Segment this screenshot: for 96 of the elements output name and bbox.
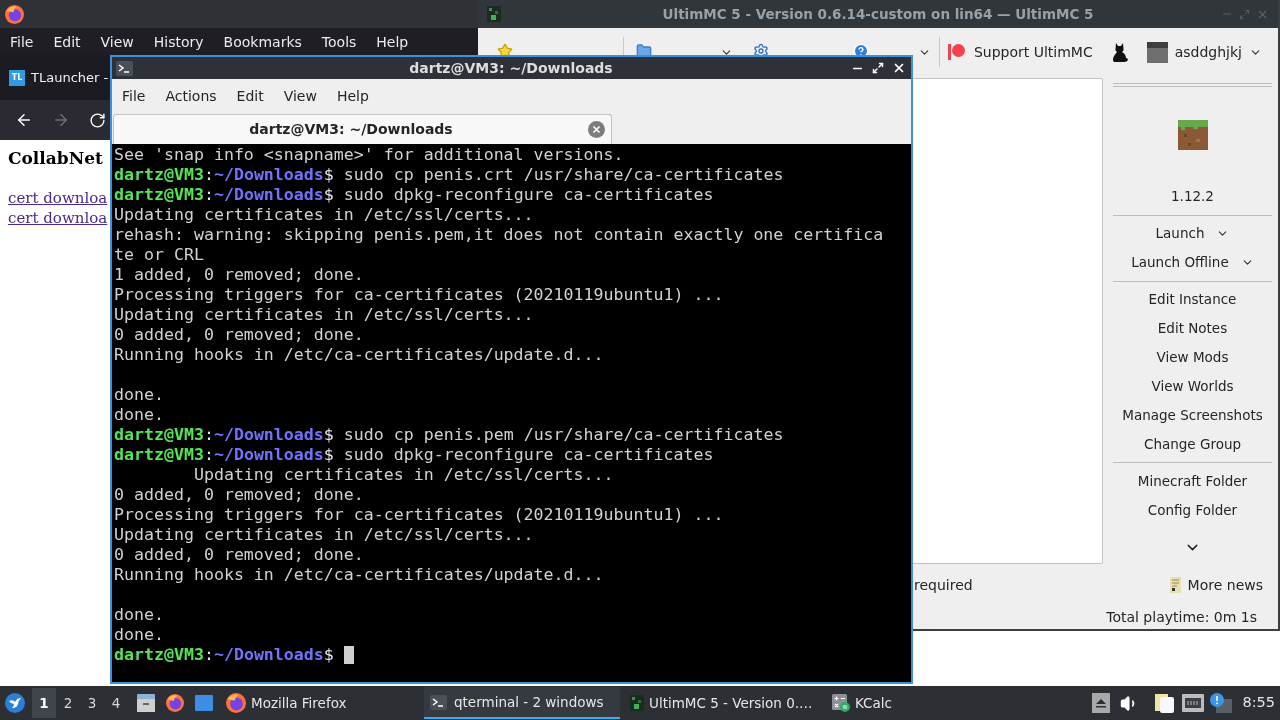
terminal-icon — [116, 60, 133, 76]
clipboard-icon[interactable] — [1155, 693, 1175, 713]
prompt-line: dartz@VM3:~/Downloads$ sudo dpkg-reconfigure ca-certificates — [114, 185, 714, 205]
reload-icon[interactable] — [89, 111, 106, 129]
grass-block-icon — [1177, 120, 1208, 150]
menu-item[interactable]: File — [10, 32, 34, 51]
task-button[interactable]: KCalc — [828, 687, 1024, 719]
terminal-line: done. — [114, 625, 164, 645]
menu-item[interactable]: View — [100, 32, 134, 51]
terminal-line: done. — [114, 605, 164, 625]
sidebar-button[interactable]: View Worlds — [1113, 372, 1272, 401]
terminal-line: Updating certificates in /etc/ssl/certs... — [114, 525, 534, 545]
folder-icon[interactable] — [635, 43, 652, 55]
task-button[interactable]: Mozilla Firefox — [222, 687, 418, 719]
notification-icon[interactable] — [1210, 693, 1233, 713]
menu-item[interactable]: File — [122, 85, 146, 107]
app-icon — [630, 695, 644, 711]
workspace-button[interactable]: 3 — [80, 688, 104, 718]
sidebar-button[interactable]: Config Folder — [1113, 496, 1272, 525]
avatar-icon — [1146, 41, 1168, 63]
terminal-line: 0 added, 0 removed; done. — [114, 485, 364, 505]
terminal-line: Running hooks in /etc/ca-certificates/update.d... — [114, 345, 604, 365]
terminal-line: Updating certificates in /etc/ssl/certs... — [192, 465, 614, 485]
task-button[interactable]: qterminal - 2 windows — [424, 687, 620, 719]
terminal-line: Updating certificates in /etc/ssl/certs... — [114, 305, 534, 325]
terminal-line: Running hooks in /etc/ca-certificates/update.d... — [114, 565, 604, 585]
sidebar-button[interactable]: Launch — [1113, 219, 1272, 248]
prompt-line: dartz@VM3:~/Downloads$ sudo cp penis.pem /usr/share/ca-certificates — [114, 425, 784, 445]
task-button[interactable]: UltimMC 5 - Version 0.… — [626, 687, 822, 719]
maximize-icon[interactable] — [872, 62, 884, 74]
sidebar-button[interactable]: Edit Notes — [1113, 314, 1272, 343]
support-button[interactable]: Support UltimMC — [947, 41, 1093, 63]
sidebar-button[interactable]: Change Group — [1113, 430, 1272, 459]
window-title: UltimMC 5 - Version 0.6.14-custom on lin64 — UltimMC 5 — [661, 4, 1095, 24]
menu-item[interactable]: Edit — [53, 32, 81, 51]
terminal-line: 0 added, 0 removed; done. — [114, 325, 364, 345]
prompt-line: dartz@VM3:~/Downloads$ sudo cp penis.crt /usr/share/ca-certificates — [114, 165, 784, 185]
calculator-icon — [832, 694, 850, 712]
app-icon — [487, 6, 501, 22]
browser-icon[interactable] — [166, 694, 184, 712]
instance-version: 1.12.2 — [1171, 187, 1214, 206]
forward-arrow-icon[interactable] — [52, 111, 70, 129]
playtime-text: Total playtime: 0m 1s — [1106, 608, 1257, 627]
prompt-line: dartz@VM3:~/Downloads$ — [114, 645, 334, 665]
sidebar-button[interactable]: Manage Screenshots — [1113, 401, 1272, 430]
account-button[interactable]: asddghjkj — [1146, 41, 1262, 63]
cat-icon[interactable] — [1110, 42, 1128, 62]
menu-item[interactable]: History — [153, 32, 204, 51]
terminal-line: See 'snap info <snapname>' for additional versions. — [114, 145, 624, 165]
browser-icon — [5, 4, 24, 24]
more-news-button[interactable]: More news — [1169, 574, 1263, 596]
start-menu-icon[interactable] — [5, 693, 25, 713]
star-icon[interactable] — [497, 43, 513, 55]
clock[interactable]: 8:55 — [1242, 692, 1275, 714]
sidebar-button[interactable]: Launch Offline — [1113, 248, 1272, 277]
sidebar-button[interactable]: Edit Instance — [1113, 285, 1272, 314]
eject-icon[interactable] — [1092, 693, 1111, 713]
terminal-line: Updating certificates in /etc/ssl/certs... — [114, 205, 534, 225]
help-icon[interactable] — [852, 43, 869, 55]
news-headline[interactable]: required — [914, 574, 973, 596]
network-icon[interactable] — [1182, 694, 1205, 712]
terminal-tab[interactable]: dartz@VM3: ~/Downloads — [113, 114, 612, 144]
workspace-button[interactable]: 1 — [32, 688, 56, 718]
favicon: TL — [9, 69, 25, 86]
settings-icon[interactable] — [752, 43, 769, 55]
terminal-line: Processing triggers for ca-certificates (20210119ubuntu1) ... — [114, 285, 724, 305]
terminal-line: done. — [114, 405, 164, 425]
drawer-icon[interactable] — [137, 694, 155, 712]
terminal-line: done. — [114, 385, 164, 405]
menu-item[interactable]: Help — [336, 85, 369, 107]
news-icon — [1169, 577, 1181, 593]
page-heading: CollabNet — [8, 147, 103, 169]
prompt-line: dartz@VM3:~/Downloads$ sudo dpkg-reconfigure ca-certificates — [114, 445, 714, 465]
sidebar-button[interactable]: View Mods — [1113, 343, 1272, 372]
menu-item[interactable]: View — [283, 85, 317, 107]
sidebar-button[interactable]: Minecraft Folder — [1113, 467, 1272, 496]
workspace-button[interactable]: 2 — [56, 688, 80, 718]
bar-and-circle-icon — [947, 44, 965, 60]
menu-item[interactable]: Tools — [321, 32, 357, 51]
page-link[interactable]: cert downloa — [8, 208, 108, 228]
menu-item[interactable]: Actions — [165, 85, 217, 107]
page-link[interactable]: cert downloa — [8, 188, 108, 208]
browser-tab[interactable]: TL TLauncher - — [0, 60, 111, 95]
terminal-line: te or CRL — [114, 245, 204, 265]
menu-item[interactable]: Edit — [236, 85, 264, 107]
terminal-line: Processing triggers for ca-certificates (20210119ubuntu1) ... — [114, 505, 724, 525]
close-icon[interactable] — [892, 61, 906, 75]
terminal-icon — [430, 694, 447, 710]
window-title: dartz@VM3: ~/Downloads — [408, 58, 614, 78]
menu-item[interactable]: Bookmarks — [223, 32, 302, 51]
terminal-line: rehash: warning: skipping penis.pem,it does not contain exactly one certifica — [114, 225, 884, 245]
menu-item[interactable]: Help — [376, 32, 409, 51]
terminal-line: 0 added, 0 removed; done. — [114, 545, 364, 565]
browser-icon — [226, 693, 246, 713]
terminal-line: 1 added, 0 removed; done. — [114, 265, 364, 285]
workspace-button[interactable]: 4 — [104, 688, 128, 718]
